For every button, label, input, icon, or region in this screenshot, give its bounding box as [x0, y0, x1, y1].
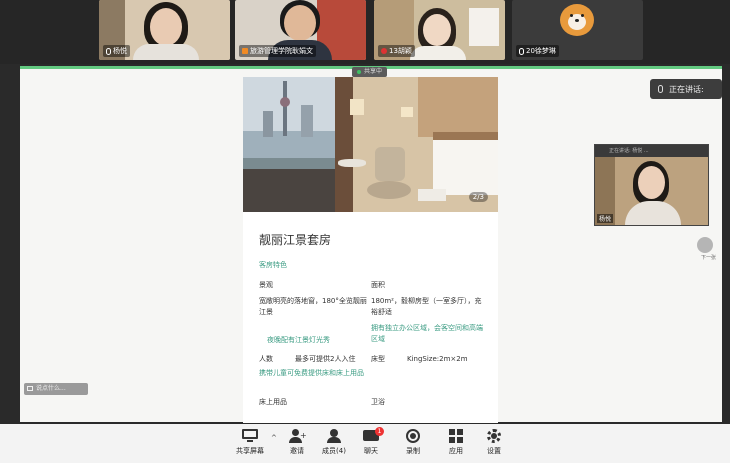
participant-tile-3[interactable]: 13胡颖	[374, 0, 505, 60]
view-value: 宽敞明亮的落地窗，180°全览靓丽江景	[259, 297, 367, 316]
record-button[interactable]: 录制	[396, 427, 430, 461]
room-photo[interactable]: 2/3	[243, 77, 498, 212]
next-slide-button[interactable]	[697, 237, 713, 253]
chat-button[interactable]: 1 聊天	[354, 427, 388, 461]
armchair-shape	[375, 147, 405, 181]
mic-muted-icon	[381, 48, 387, 54]
chat-icon: 1	[363, 427, 384, 443]
chat-chip-label: 说点什么...	[36, 385, 66, 392]
toolbar-label: 邀请	[290, 447, 304, 455]
speaking-label: 正在讲话:	[669, 84, 704, 94]
participant-face	[284, 5, 316, 41]
floating-video[interactable]: 正在讲话: 杨悦 ... 杨悦	[594, 144, 709, 226]
sharing-dot-icon	[357, 70, 361, 74]
chat-unread-badge: 1	[375, 427, 384, 436]
lamp-shape	[401, 107, 413, 117]
toolbar-label: 应用	[449, 447, 463, 455]
members-icon	[326, 429, 342, 443]
participant-label: 13胡颖	[378, 45, 415, 57]
participant-label: 杨悦	[103, 45, 130, 57]
mic-icon	[519, 47, 524, 55]
participant-label: 旅游管理学院耿娟文	[239, 45, 316, 57]
people-label: 人数	[259, 355, 273, 363]
photo-counter: 2/3	[468, 192, 488, 202]
invite-button[interactable]: + 邀请	[280, 427, 314, 461]
floating-video-name: 杨悦	[597, 214, 614, 223]
toolbar-label: 录制	[406, 447, 420, 455]
people-note: 携带儿童可免费提供床和床上用品	[259, 369, 364, 377]
participant-strip: 杨悦 旅游管理学院耿娟文 13胡颖 20徐梦琳	[0, 0, 730, 64]
bed-shape	[433, 137, 498, 195]
sharing-badge[interactable]: 共享中	[352, 67, 388, 77]
apps-button[interactable]: 应用	[439, 427, 473, 461]
apps-icon	[448, 429, 464, 443]
room-card: 2/3 靓丽江景套房 客房特色 景观 宽敞明亮的落地窗，180°全览靓丽江景 夜…	[243, 77, 498, 423]
section-title: 客房特色	[259, 261, 287, 269]
participant-tile-1[interactable]: 杨悦	[99, 0, 230, 60]
participant-face	[423, 14, 451, 46]
share-screen-icon	[242, 429, 258, 443]
chat-bubble-icon	[27, 386, 33, 391]
participant-face	[150, 8, 182, 46]
participant-name: 杨悦	[113, 47, 127, 55]
ottoman-shape	[367, 181, 411, 199]
card-fade	[243, 407, 498, 423]
toolbar-label: 设置	[487, 447, 501, 455]
people-value: 最多可提供2人入住	[295, 355, 356, 363]
members-button[interactable]: 成员(4)	[317, 427, 351, 461]
chat-input-chip[interactable]: 说点什么...	[24, 383, 88, 395]
area-value: 180m²，毅柳房型（一室多厅），充裕舒适	[371, 297, 482, 316]
next-slide-label: 下一张	[701, 255, 717, 261]
participant-name: 20徐梦琳	[526, 47, 556, 55]
settings-button[interactable]: 设置	[477, 427, 511, 461]
participant-label: 20徐梦琳	[516, 45, 559, 57]
view-label: 景观	[259, 281, 273, 289]
toolbar-label: 成员(4)	[322, 447, 346, 455]
invite-icon: +	[289, 429, 307, 443]
participant-name: 13胡颖	[389, 47, 412, 55]
room-title: 靓丽江景套房	[259, 233, 332, 247]
participant-tile-2[interactable]: 旅游管理学院耿娟文	[235, 0, 366, 60]
area-label: 面积	[371, 281, 385, 289]
view-note: 夜晚配有江景灯光秀	[267, 336, 330, 344]
settings-icon	[486, 429, 502, 443]
area-note: 拥有独立办公区域，会客空间和高端区域	[371, 324, 483, 343]
bed-label: 床型	[371, 355, 385, 363]
participant-face	[638, 166, 665, 199]
share-screen-button[interactable]: 共享屏幕	[233, 427, 267, 461]
participant-name: 旅游管理学院耿娟文	[250, 47, 313, 55]
share-options-chevron-icon[interactable]: ^	[271, 434, 277, 442]
mic-icon	[658, 85, 663, 93]
floating-video-bar[interactable]: 正在讲话: 杨悦 ...	[595, 145, 708, 157]
mic-icon	[106, 47, 111, 55]
dog-avatar	[560, 4, 594, 36]
host-icon	[242, 48, 248, 54]
participant-tile-4[interactable]: 20徐梦琳	[512, 0, 643, 60]
wall-lamp-shape	[350, 99, 364, 115]
speaking-indicator: 正在讲话:	[650, 79, 722, 99]
tower-shape	[283, 81, 287, 136]
bed-value: KingSize:2m×2m	[407, 355, 468, 363]
toolbar-label: 聊天	[364, 447, 378, 455]
record-icon	[405, 429, 421, 443]
toolbar-label: 共享屏幕	[236, 447, 264, 455]
sharing-badge-label: 共享中	[364, 68, 383, 75]
meeting-toolbar: 共享屏幕 + 邀请 成员(4) 1 聊天 录制 应用 设置	[0, 424, 730, 463]
